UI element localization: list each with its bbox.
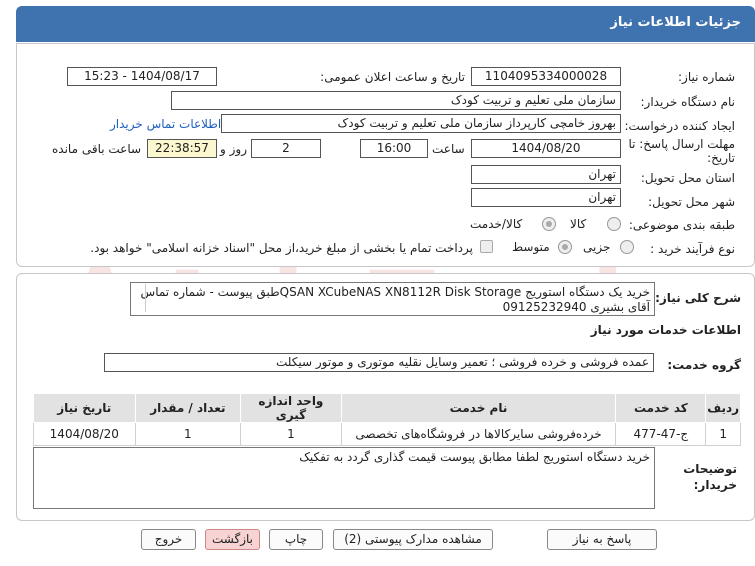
service-group-label: گروه خدمت: — [667, 358, 741, 372]
city-label: شهر محل تحویل: — [648, 195, 735, 209]
col-unit: واحد اندازه گیری — [240, 393, 342, 423]
category-goods-service-label: کالا/خدمت — [470, 217, 523, 231]
process-minor-label: جزیی — [583, 240, 611, 254]
general-desc-label: شرح کلی نیاز: — [655, 291, 741, 305]
deadline-label-date: تاریخ: — [707, 151, 735, 165]
category-goods-service-radio[interactable] — [542, 217, 556, 231]
remaining-time-label: ساعت باقی مانده — [52, 142, 142, 156]
creator-field: بهروز خامچی کارپرداز سازمان ملی تعلیم و … — [221, 114, 621, 133]
col-row-number: ردیف — [705, 393, 741, 423]
province-label: استان محل تحویل: — [640, 171, 735, 185]
buyer-notes-field[interactable]: خرید دستگاه استوریج لطفا مطابق پیوست قیم… — [33, 447, 655, 509]
table-header-row: ردیف کد خدمت نام خدمت واحد اندازه گیری ت… — [33, 393, 741, 423]
treasury-payment-note: پرداخت تمام یا بخشی از مبلغ خرید،از محل … — [90, 241, 473, 255]
deadline-time-field: 16:00 — [360, 139, 428, 158]
category-goods-label: کالا — [570, 217, 587, 231]
days-remaining-field: 2 — [251, 139, 321, 158]
view-attachments-button[interactable]: مشاهده مدارک پیوستی (2) — [333, 529, 493, 550]
page-title: جزئیات اطلاعات نیاز — [610, 15, 741, 30]
buyer-notes-label: توضیحات — [683, 462, 737, 476]
announce-date-label: تاریخ و ساعت اعلان عمومی: — [320, 70, 465, 84]
province-field: تهران — [471, 165, 621, 184]
general-desc-field[interactable]: خرید یک دستگاه استوریج QSAN XCubeNAS XN8… — [130, 282, 655, 316]
process-minor-radio[interactable] — [620, 240, 634, 254]
cell-row-number: 1 — [705, 422, 741, 446]
col-need-date: تاریخ نیاز — [33, 393, 136, 423]
need-number-field: 1104095334000028 — [471, 67, 621, 86]
col-service-code: کد خدمت — [615, 393, 707, 423]
col-quantity: تعداد / مقدار — [134, 393, 242, 423]
process-type-label: نوع فرآیند خرید : — [650, 242, 735, 256]
need-number-label: شماره نیاز: — [678, 70, 735, 84]
city-field: تهران — [471, 188, 621, 207]
category-label: طبقه بندی موضوعی: — [628, 218, 735, 232]
announce-date-field: 1404/08/17 - 15:23 — [67, 67, 217, 86]
buyer-org-label: نام دستگاه خریدار: — [640, 95, 736, 109]
days-label: روز و — [220, 142, 247, 156]
process-medium-radio[interactable] — [558, 240, 572, 254]
process-medium-label: متوسط — [512, 240, 550, 254]
service-group-field: عمده فروشی و خرده فروشی ؛ تعمیر وسایل نق… — [104, 353, 654, 372]
deadline-label: مهلت ارسال پاسخ: تا — [628, 137, 735, 151]
print-button[interactable]: چاپ — [269, 529, 323, 550]
page-header: جزئیات اطلاعات نیاز — [16, 6, 755, 42]
services-heading: اطلاعات خدمات مورد نیاز — [590, 323, 741, 337]
cell-service-code: ج-47-477 — [615, 422, 707, 446]
deadline-time-label: ساعت — [432, 142, 465, 156]
treasury-payment-checkbox[interactable] — [480, 240, 493, 253]
table-row: 1 ج-47-477 خرده‌فروشی سایرکالاها در فروش… — [33, 422, 741, 446]
cell-quantity: 1 — [134, 422, 242, 446]
category-goods-radio[interactable] — [607, 217, 621, 231]
reply-button[interactable]: پاسخ به نیاز — [547, 529, 657, 550]
creator-label: ایجاد کننده درخواست: — [624, 119, 735, 133]
exit-button[interactable]: خروج — [141, 529, 196, 550]
remaining-time-field: 22:38:57 — [147, 139, 217, 158]
back-button[interactable]: بازگشت — [205, 529, 260, 550]
general-desc-text: خرید یک دستگاه استوریج QSAN XCubeNAS XN8… — [140, 285, 650, 314]
desc-scrollbar[interactable] — [132, 284, 146, 312]
buyer-org-field: سازمان ملی تعلیم و تربیت کودک — [171, 91, 621, 110]
services-table: ردیف کد خدمت نام خدمت واحد اندازه گیری ت… — [33, 393, 741, 446]
buyer-notes-label-2: خریدار: — [693, 478, 737, 492]
cell-unit: 1 — [240, 422, 342, 446]
cell-need-date: 1404/08/20 — [33, 422, 136, 446]
deadline-date-field: 1404/08/20 — [471, 139, 621, 158]
cell-service-name: خرده‌فروشی سایرکالاها در فروشگاه‌های تخص… — [340, 422, 617, 446]
col-service-name: نام خدمت — [340, 393, 617, 423]
buyer-contact-link[interactable]: اطلاعات تماس خریدار — [110, 117, 221, 131]
